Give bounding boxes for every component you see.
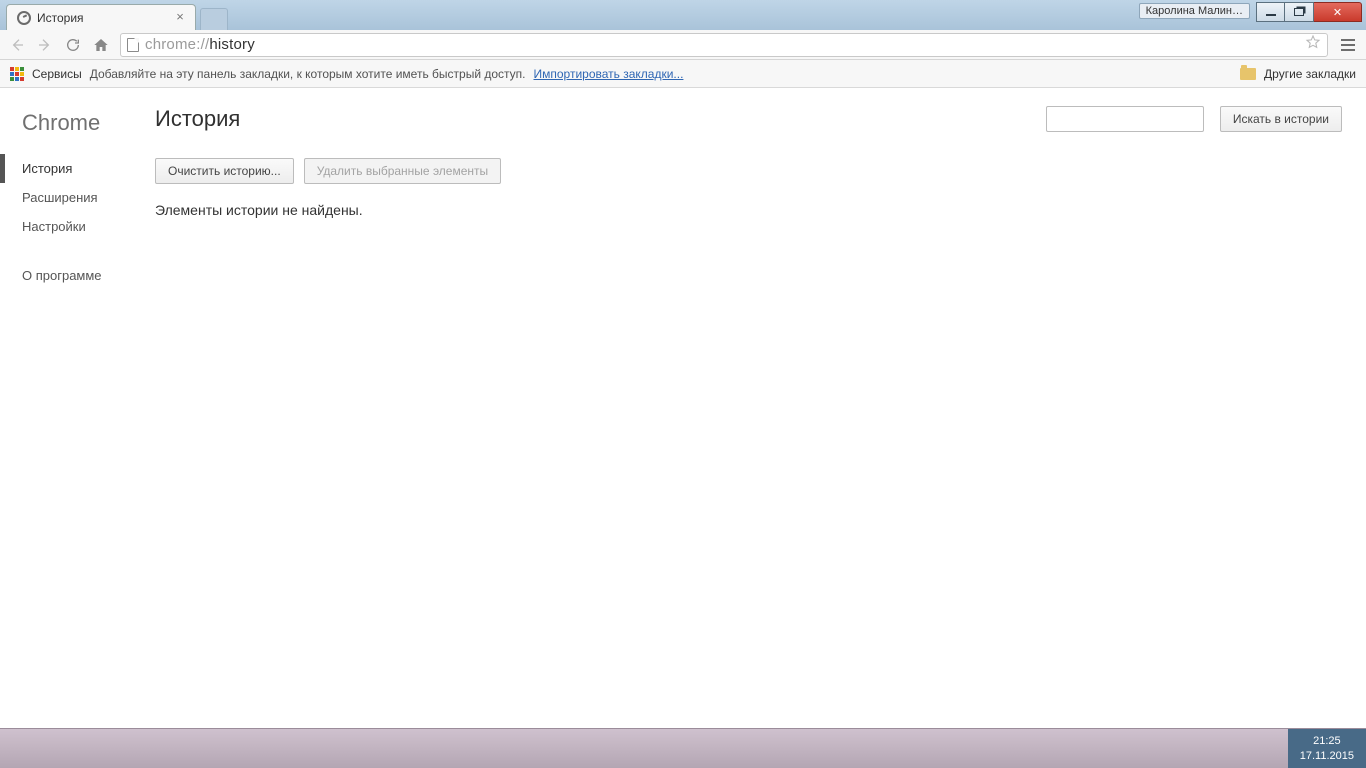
star-icon <box>1305 34 1321 50</box>
page-header: История Искать в истории <box>155 106 1342 132</box>
profile-badge[interactable]: Каролина Малин… <box>1139 3 1250 19</box>
search-history-button[interactable]: Искать в истории <box>1220 106 1342 132</box>
tray-date: 17.11.2015 <box>1300 749 1354 764</box>
bookmark-star-button[interactable] <box>1305 34 1321 55</box>
sidebar-item-extensions[interactable]: Расширения <box>0 183 155 212</box>
hamburger-icon <box>1341 39 1355 41</box>
arrow-right-icon <box>37 37 53 53</box>
apps-icon[interactable] <box>10 67 24 81</box>
system-tray-clock[interactable]: 21:25 17.11.2015 <box>1288 729 1366 768</box>
new-tab-button[interactable] <box>200 8 228 30</box>
nav-toolbar: chrome://history <box>0 30 1366 60</box>
apps-label[interactable]: Сервисы <box>32 67 82 81</box>
address-text: chrome://history <box>145 36 1299 53</box>
minimize-button[interactable] <box>1256 2 1285 22</box>
settings-sidebar: Chrome История Расширения Настройки О пр… <box>0 88 155 728</box>
back-button[interactable] <box>8 36 26 54</box>
reload-button[interactable] <box>64 36 82 54</box>
arrow-left-icon <box>9 37 25 53</box>
delete-selected-button: Удалить выбранные элементы <box>304 158 501 184</box>
tab-strip: История × <box>0 0 228 30</box>
bookmark-hint: Добавляйте на эту панель закладки, к кот… <box>90 67 526 81</box>
forward-button[interactable] <box>36 36 54 54</box>
sidebar-brand: Chrome <box>0 106 155 154</box>
home-icon <box>93 37 109 53</box>
folder-icon <box>1240 68 1256 80</box>
tab-title: История <box>37 11 167 25</box>
reload-icon <box>65 37 81 53</box>
maximize-button[interactable] <box>1285 2 1314 22</box>
empty-state-text: Элементы истории не найдены. <box>155 202 1342 218</box>
other-bookmarks-button[interactable]: Другие закладки <box>1264 67 1356 81</box>
maximize-icon <box>1294 8 1304 16</box>
window-controls: ✕ <box>1256 2 1362 22</box>
chrome-menu-button[interactable] <box>1338 36 1358 54</box>
sidebar-item-history[interactable]: История <box>0 154 155 183</box>
home-button[interactable] <box>92 36 110 54</box>
page-icon <box>127 38 139 52</box>
window-titlebar: История × Каролина Малин… ✕ <box>0 0 1366 30</box>
main-panel: История Искать в истории Очистить истори… <box>155 88 1366 728</box>
windows-taskbar[interactable]: 21:25 17.11.2015 <box>0 728 1366 768</box>
address-bar[interactable]: chrome://history <box>120 33 1328 57</box>
bookmark-bar: Сервисы Добавляйте на эту панель закладк… <box>0 60 1366 88</box>
browser-tab[interactable]: История × <box>6 4 196 30</box>
window-close-button[interactable]: ✕ <box>1314 2 1362 22</box>
tray-time: 21:25 <box>1313 734 1341 749</box>
sidebar-item-about[interactable]: О программе <box>0 261 155 290</box>
minimize-icon <box>1266 14 1276 16</box>
page-content: Chrome История Расширения Настройки О пр… <box>0 88 1366 728</box>
clear-history-button[interactable]: Очистить историю... <box>155 158 294 184</box>
clock-icon <box>17 11 31 25</box>
close-icon[interactable]: × <box>173 11 187 25</box>
sidebar-item-settings[interactable]: Настройки <box>0 212 155 241</box>
import-bookmarks-link[interactable]: Импортировать закладки... <box>534 67 684 81</box>
action-row: Очистить историю... Удалить выбранные эл… <box>155 158 1342 184</box>
history-search-input[interactable] <box>1046 106 1204 132</box>
page-title: История <box>155 106 240 132</box>
